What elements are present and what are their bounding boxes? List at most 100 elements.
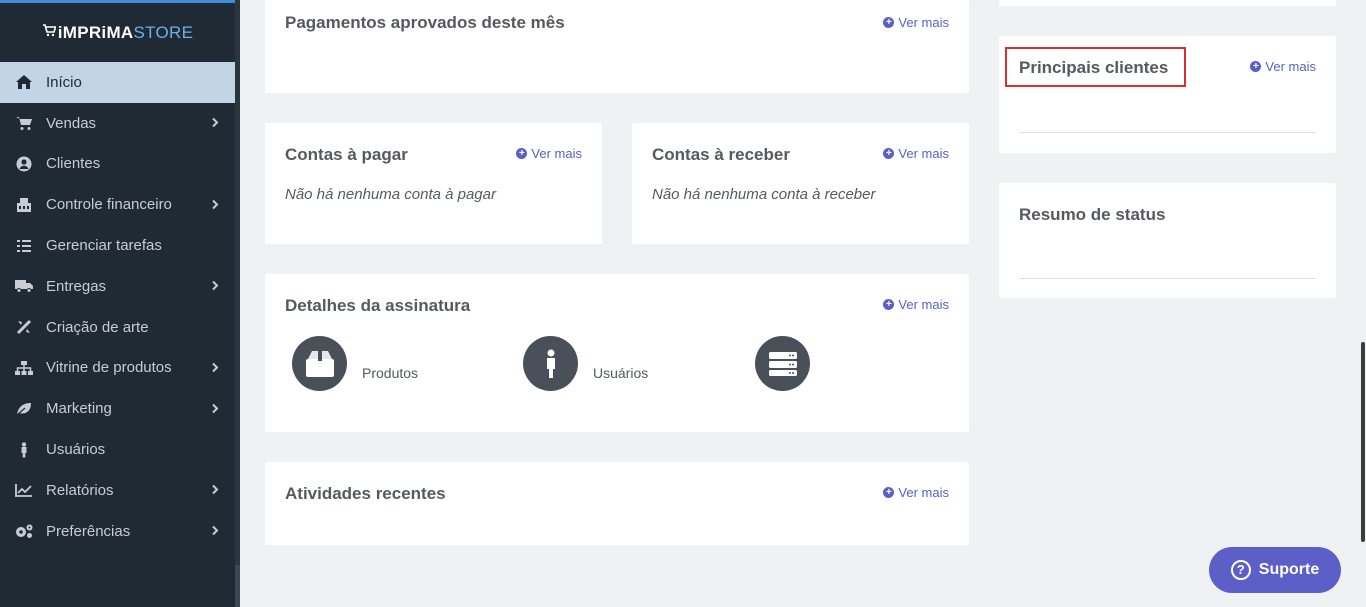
subscription-card: Detalhes da assinatura + Ver mais Produto…: [265, 274, 969, 432]
sitemap-icon: [14, 358, 34, 378]
activities-ver-mais-link[interactable]: + Ver mais: [883, 485, 949, 500]
bank-icon: [14, 195, 34, 215]
chevron-right-icon: [211, 115, 219, 132]
sidebar-item-vendas[interactable]: Vendas: [0, 103, 235, 144]
sidebar-scrollbar[interactable]: [235, 0, 240, 607]
server-icon: [755, 336, 810, 391]
payments-ver-mais-link[interactable]: + Ver mais: [883, 15, 949, 30]
tasks-icon: [14, 236, 34, 256]
plus-circle-icon: +: [883, 148, 895, 159]
sidebar-item-label: Vendas: [46, 114, 97, 132]
logo-text: iMPRiMASTORE: [58, 23, 194, 43]
receivables-ver-mais-link[interactable]: + Ver mais: [883, 146, 949, 161]
cogs-icon: [14, 521, 34, 541]
cart-icon: [14, 113, 34, 133]
sidebar-item-label: Entregas: [46, 277, 107, 295]
page-scrollbar[interactable]: [1360, 0, 1366, 607]
support-button-label: Suporte: [1258, 561, 1320, 578]
plus-circle-icon: +: [883, 487, 895, 498]
logo-brand: iMPRiMA: [57, 22, 134, 42]
payables-ver-mais-link[interactable]: + Ver mais: [516, 146, 582, 161]
sidebar-item-label: Relatórios: [46, 481, 114, 499]
sidebar-item-criacao-de-arte[interactable]: Criação de arte: [0, 307, 235, 348]
sidebar-panel: iMPRiMASTORE Início Vendas Clientes Cont…: [0, 0, 235, 607]
chevron-right-icon: [211, 523, 219, 540]
sidebar-item-label: Clientes: [46, 155, 101, 173]
logo-cart-icon: [42, 23, 57, 42]
sidebar-item-relatorios[interactable]: Relatórios: [0, 470, 235, 511]
activities-card-title: Atividades recentes: [285, 484, 446, 503]
payables-empty-text: Não há nenhuma conta à pagar: [285, 186, 496, 203]
chevron-right-icon: [211, 400, 219, 417]
payables-card: Contas à pagar + Ver mais Não há nenhuma …: [265, 123, 602, 244]
chevron-right-icon: [211, 359, 219, 376]
sidebar-item-gerenciar-tarefas[interactable]: Gerenciar tarefas: [0, 225, 235, 266]
chart-line-icon: [14, 480, 34, 500]
person-icon: [523, 336, 578, 391]
sidebar-item-label: Gerenciar tarefas: [46, 237, 162, 255]
status-summary-card: Resumo de status: [999, 183, 1336, 298]
subscription-card-title: Detalhes da assinatura: [285, 296, 471, 315]
person-icon: [14, 440, 34, 460]
support-button[interactable]: ? Suporte: [1209, 547, 1341, 593]
tools-icon: [14, 317, 34, 337]
chevron-right-icon: [211, 278, 219, 295]
status-summary-divider: [1019, 278, 1316, 279]
sidebar-item-preferencias[interactable]: Preferências: [0, 511, 235, 552]
page-scrollbar-thumb[interactable]: [1361, 342, 1365, 542]
sidebar-item-label: Preferências: [46, 522, 131, 540]
app-logo[interactable]: iMPRiMASTORE: [0, 0, 235, 62]
ver-mais-label: Ver mais: [898, 15, 949, 30]
receivables-empty-text: Não há nenhuma conta à receber: [652, 186, 876, 203]
user-circle-icon: [14, 154, 34, 174]
payments-card-title: Pagamentos aprovados deste mês: [285, 13, 565, 32]
home-icon: [14, 72, 34, 92]
chevron-right-icon: [211, 196, 219, 213]
sidebar-item-label: Controle financeiro: [46, 196, 172, 214]
sidebar-item-label: Início: [46, 73, 82, 91]
top-partial-card: [999, 0, 1336, 6]
ver-mais-label: Ver mais: [1265, 59, 1316, 74]
plus-circle-icon: +: [883, 17, 895, 28]
subscription-ver-mais-link[interactable]: + Ver mais: [883, 297, 949, 312]
logo-suffix: STORE: [133, 22, 194, 42]
subscription-produtos-label: Produtos: [362, 365, 419, 381]
box-icon: [292, 336, 347, 391]
top-clients-ver-mais-link[interactable]: + Ver mais: [1250, 59, 1316, 74]
plus-circle-icon: +: [883, 299, 895, 310]
plus-circle-icon: +: [1250, 61, 1262, 72]
sidebar-item-controle-financeiro[interactable]: Controle financeiro: [0, 184, 235, 225]
sidebar-item-vitrine-de-produtos[interactable]: Vitrine de produtos: [0, 348, 235, 389]
activities-card: Atividades recentes + Ver mais: [265, 462, 969, 545]
sidebar-item-label: Vitrine de produtos: [46, 359, 172, 377]
sidebar-item-label: Usuários: [46, 441, 106, 459]
ver-mais-label: Ver mais: [531, 146, 582, 161]
sidebar-item-marketing[interactable]: Marketing: [0, 388, 235, 429]
sidebar-item-label: Criação de arte: [46, 318, 149, 336]
sidebar-item-label: Marketing: [46, 400, 112, 418]
sidebar-item-entregas[interactable]: Entregas: [0, 266, 235, 307]
plus-circle-icon: +: [516, 148, 528, 159]
sidebar-scrollbar-thumb[interactable]: [235, 0, 240, 565]
top-clients-divider: [1019, 132, 1316, 133]
chevron-right-icon: [211, 482, 219, 499]
truck-icon: [14, 276, 34, 296]
top-clients-card: Principais clientes + Ver mais: [999, 36, 1336, 153]
status-summary-card-title: Resumo de status: [1019, 205, 1166, 224]
receivables-card: Contas à receber + Ver mais Não há nenhum…: [632, 123, 969, 244]
sidebar-menu: Início Vendas Clientes Controle financei…: [0, 62, 235, 552]
sidebar: iMPRiMASTORE Início Vendas Clientes Cont…: [0, 0, 240, 607]
payables-card-title: Contas à pagar: [285, 145, 408, 164]
sidebar-item-usuarios[interactable]: Usuários: [0, 429, 235, 470]
sidebar-item-inicio[interactable]: Início: [0, 62, 235, 103]
subscription-usuarios-label: Usuários: [593, 365, 649, 381]
leaf-icon: [14, 399, 34, 419]
sidebar-item-clientes[interactable]: Clientes: [0, 144, 235, 185]
ver-mais-label: Ver mais: [898, 297, 949, 312]
top-clients-card-title: Principais clientes: [1019, 58, 1169, 77]
receivables-card-title: Contas à receber: [652, 145, 790, 164]
ver-mais-label: Ver mais: [898, 485, 949, 500]
ver-mais-label: Ver mais: [898, 146, 949, 161]
question-circle-icon: ?: [1230, 560, 1251, 580]
payments-card: Pagamentos aprovados deste mês + Ver mais: [265, 0, 969, 93]
